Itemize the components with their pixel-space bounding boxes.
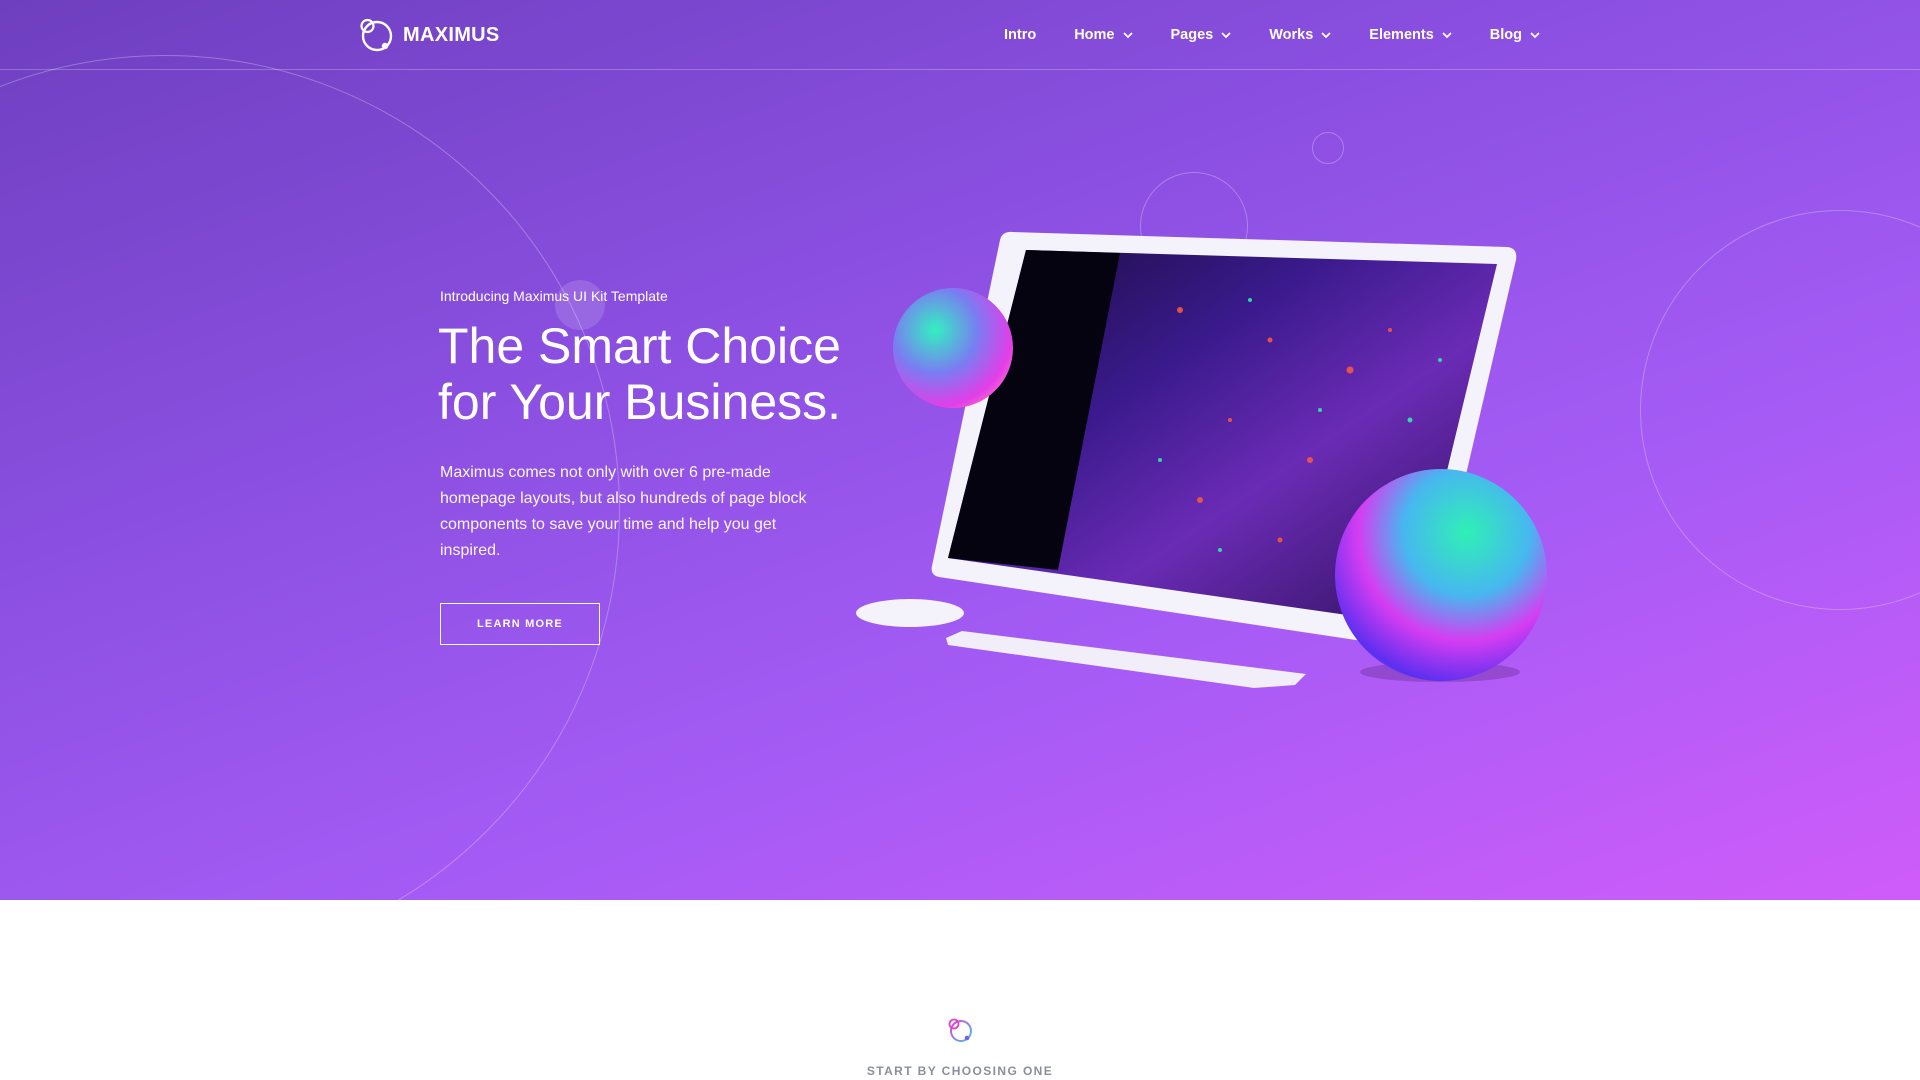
gradient-orb-small [893, 288, 1013, 408]
nav-item-label: Home [1074, 27, 1115, 43]
brand-name: MAXIMUS [403, 23, 500, 46]
hero-headline-line-2: for Your Business. [438, 374, 842, 430]
nav-item-home[interactable]: Home [1074, 27, 1133, 43]
nav-item-label: Pages [1170, 27, 1214, 43]
gradient-orb-large [1335, 469, 1547, 681]
nav-item-label: Elements [1369, 27, 1434, 43]
main-nav: Intro Home Pages Works Elements Blog [1004, 0, 1540, 70]
maximus-logo-icon [948, 1018, 972, 1042]
hero-headline-line-1: The Smart Choice [438, 318, 841, 374]
nav-item-blog[interactable]: Blog [1490, 27, 1540, 43]
learn-more-button[interactable]: LEARN MORE [440, 603, 600, 645]
choose-section [0, 900, 1920, 1080]
chevron-down-icon [1321, 31, 1331, 38]
section-kicker: START BY CHOOSING ONE [866, 1064, 1054, 1078]
nav-item-pages[interactable]: Pages [1171, 27, 1232, 43]
decorative-circle-small [1312, 132, 1344, 164]
nav-item-intro[interactable]: Intro [1004, 27, 1036, 43]
hero-headline: The Smart Choice for Your Business. [438, 318, 898, 430]
nav-item-label: Intro [1003, 27, 1037, 43]
nav-item-label: Blog [1489, 27, 1522, 43]
nav-item-elements[interactable]: Elements [1369, 27, 1452, 43]
mouse [856, 599, 964, 627]
maximus-logo-icon [360, 18, 393, 52]
nav-item-label: Works [1269, 27, 1314, 43]
keyboard [946, 631, 1306, 688]
chevron-down-icon [1442, 31, 1452, 38]
chevron-down-icon [1122, 31, 1133, 38]
computer-illustration [856, 231, 1547, 688]
chevron-down-icon [1221, 31, 1231, 38]
hero-description: Maximus comes not only with over 6 pre-m… [440, 464, 807, 559]
decorative-circle-right [1640, 210, 1920, 610]
hero-section: MAXIMUS Intro Home Pages Works Elements [0, 0, 1920, 900]
chevron-down-icon [1530, 31, 1540, 38]
nav-item-works[interactable]: Works [1269, 27, 1331, 43]
brand-logo[interactable]: MAXIMUS [358, 16, 500, 54]
hero-eyebrow: Introducing Maximus UI Kit Template [440, 288, 668, 304]
top-navbar: MAXIMUS Intro Home Pages Works Elements [0, 0, 1920, 70]
